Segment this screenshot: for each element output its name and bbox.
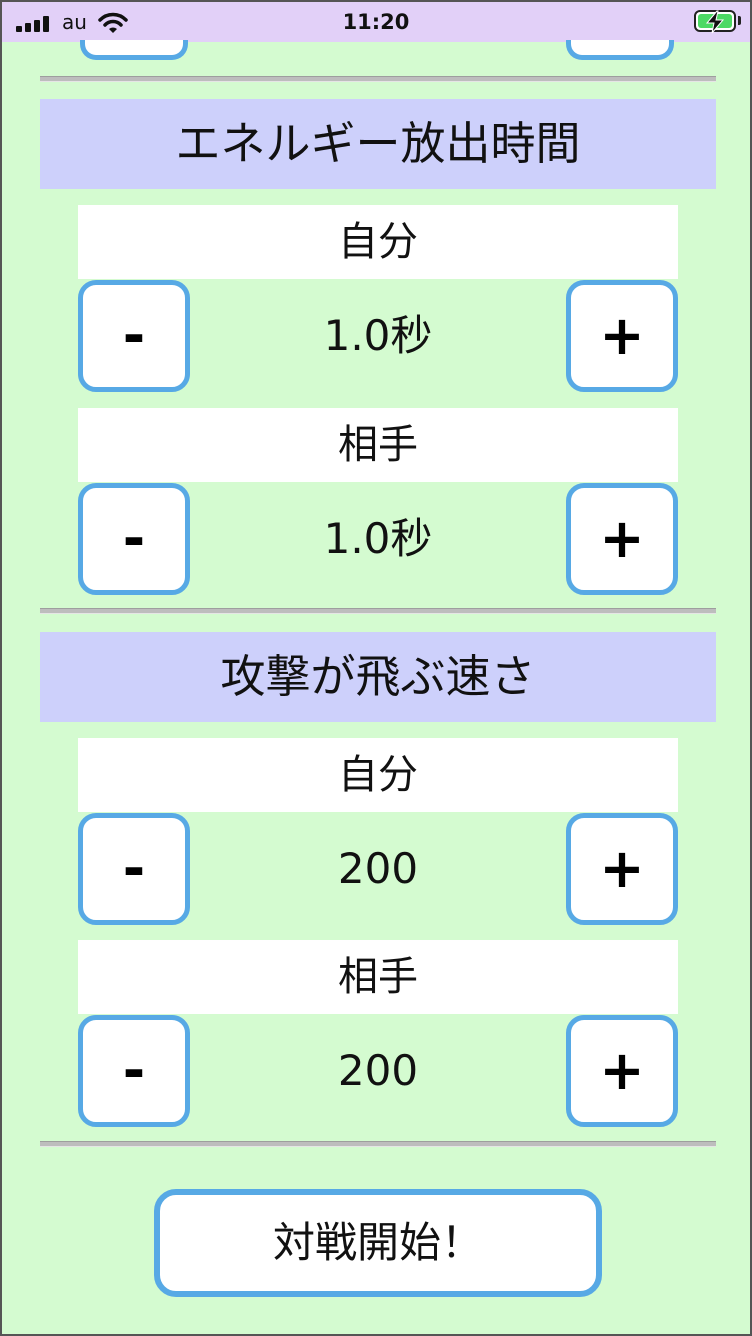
section-title-attack-speed: 攻撃が飛ぶ速さ <box>40 632 716 722</box>
label-self: 自分 <box>78 205 678 279</box>
previous-plus-button[interactable] <box>566 40 674 60</box>
value-display: 1.0秒 <box>323 311 433 360</box>
previous-minus-button[interactable] <box>80 40 188 60</box>
charging-bolt-icon <box>702 10 728 34</box>
plus-button[interactable]: + <box>566 483 678 595</box>
divider <box>40 1141 716 1147</box>
value-display: 200 <box>337 1046 419 1095</box>
label-opponent: 相手 <box>78 408 678 482</box>
minus-button[interactable]: - <box>78 813 190 925</box>
plus-button[interactable]: + <box>566 280 678 392</box>
minus-button[interactable]: - <box>78 1015 190 1127</box>
start-battle-button[interactable]: 対戦開始！ <box>154 1189 602 1297</box>
section-title-energy-release-time: エネルギー放出時間 <box>40 99 716 189</box>
value-display: 1.0秒 <box>323 514 433 563</box>
label-self: 自分 <box>78 738 678 812</box>
minus-button[interactable]: - <box>78 483 190 595</box>
battery-cap <box>738 16 741 25</box>
minus-button[interactable]: - <box>78 280 190 392</box>
status-time: 11:20 <box>342 10 410 34</box>
plus-button[interactable]: + <box>566 813 678 925</box>
divider <box>40 76 716 82</box>
value-display: 200 <box>337 844 419 893</box>
label-opponent: 相手 <box>78 940 678 1014</box>
divider <box>40 608 716 614</box>
plus-button[interactable]: + <box>566 1015 678 1127</box>
status-bar: au 11:20 <box>2 2 750 42</box>
